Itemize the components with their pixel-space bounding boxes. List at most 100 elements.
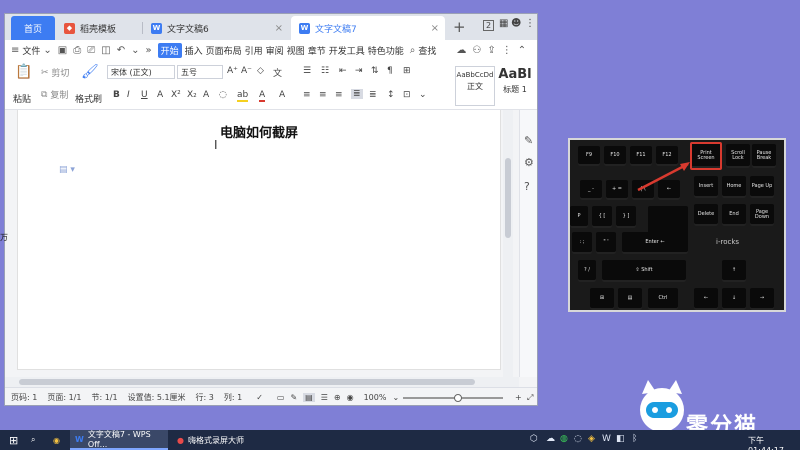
tab-home[interactable]: 首页	[11, 16, 55, 40]
windows-start-icon[interactable]: ⊞	[4, 430, 23, 450]
eye-icon[interactable]: ◉	[347, 393, 354, 402]
fit-screen-icon[interactable]: ⤢	[527, 393, 533, 403]
line-spacing-icon[interactable]: ↕	[387, 90, 395, 100]
tray-chat-icon[interactable]: ◌	[574, 434, 582, 444]
adjust-icon[interactable]: ⚙	[524, 156, 534, 169]
sort-icon[interactable]: ⇅	[371, 66, 379, 76]
chrome-icon[interactable]: ◉	[48, 430, 65, 450]
char-shading-icon[interactable]: A	[279, 90, 285, 100]
tray-wps-icon[interactable]: W	[602, 434, 611, 444]
share-icon[interactable]: ⇪	[487, 45, 495, 56]
strikethrough-icon[interactable]: A	[157, 90, 163, 100]
menu-review[interactable]: 审阅	[266, 44, 284, 57]
chevron-down-icon[interactable]: ⌄	[43, 45, 51, 56]
search-label[interactable]: 查找	[418, 44, 436, 57]
increase-indent-icon[interactable]: ⇥	[355, 66, 363, 76]
taskbar-search-icon[interactable]: ⌕	[26, 430, 40, 450]
menu-special[interactable]: 特色功能	[368, 44, 404, 57]
paste-label[interactable]: 粘贴	[13, 92, 31, 105]
taskbar-recorder-task[interactable]: ● 嗨格式录屏大师	[172, 430, 252, 450]
shading-icon[interactable]: ⌄	[419, 90, 427, 100]
grow-font-icon[interactable]: A⁺	[227, 66, 238, 76]
menu-view[interactable]: 视图	[287, 44, 305, 57]
menu-section[interactable]: 章节	[308, 44, 326, 57]
text-effect-icon[interactable]: A	[203, 90, 209, 100]
superscript-icon[interactable]: X²	[171, 90, 181, 100]
tray-cloud-icon[interactable]: ☁	[546, 434, 555, 444]
close-tab-icon[interactable]: ×	[431, 23, 439, 34]
vertical-scrollbar[interactable]	[503, 110, 513, 377]
zoom-in-icon[interactable]: +	[515, 393, 522, 402]
align-left-icon[interactable]: ≡	[303, 90, 311, 100]
collapse-ribbon-icon[interactable]: ⌃	[518, 45, 526, 56]
tray-network-icon[interactable]: ⬡	[530, 434, 538, 444]
document-page[interactable]: 电脑如何截屏 I ▤ ▾	[17, 110, 501, 370]
undo-icon[interactable]: ↶	[117, 45, 125, 56]
menu-layout[interactable]: 页面布局	[206, 44, 242, 57]
phonetic-icon[interactable]: 文	[273, 66, 282, 79]
font-size-select[interactable]: 五号	[177, 65, 223, 79]
tray-wechat-icon[interactable]: ◍	[560, 434, 568, 444]
file-menu[interactable]: 文件	[22, 44, 40, 57]
new-tab-icon[interactable]: +	[453, 18, 466, 36]
cloud-icon[interactable]: ☁	[456, 45, 466, 56]
help-icon[interactable]: ?	[524, 180, 530, 193]
align-right-icon[interactable]: ≡	[335, 90, 343, 100]
collaborate-icon[interactable]: ⚇	[472, 45, 481, 56]
clear-format-icon[interactable]: ◇	[257, 66, 264, 76]
avatar[interactable]: ☻	[511, 18, 521, 29]
read-mode-icon[interactable]: ▭	[277, 393, 285, 402]
tab-count-badge[interactable]: 2	[483, 20, 495, 31]
edit-icon[interactable]: ✎	[290, 393, 297, 402]
menu-home[interactable]: 开始	[157, 42, 182, 58]
more-icon[interactable]: ⋮	[502, 45, 512, 56]
paragraph-marker-icon[interactable]: ▤ ▾	[59, 165, 75, 175]
menu-developer[interactable]: 开发工具	[329, 44, 365, 57]
redo-dropdown-icon[interactable]: ⌄	[131, 45, 139, 56]
menu-references[interactable]: 引用	[245, 44, 263, 57]
style-normal[interactable]: AaBbCcDd 正文	[455, 66, 495, 106]
borders-icon[interactable]: ⊡	[403, 90, 411, 100]
decrease-indent-icon[interactable]: ⇤	[339, 66, 347, 76]
cut-button[interactable]: ✂ 剪切	[41, 66, 69, 80]
align-justify-icon[interactable]: ≣	[351, 89, 363, 99]
align-center-icon[interactable]: ≡	[319, 90, 327, 100]
outline-view-icon[interactable]: ☰	[321, 393, 328, 402]
subscript-icon[interactable]: X₂	[187, 90, 197, 100]
font-color-icon[interactable]: A	[259, 90, 266, 102]
tab-doc6[interactable]: W 文字文稿6 ×	[143, 16, 289, 40]
tray-bluetooth-icon[interactable]: ᛒ	[632, 434, 637, 444]
pen-icon[interactable]: ✎	[524, 134, 533, 147]
preview-icon[interactable]: ◫	[101, 45, 110, 56]
tab-templates[interactable]: ◆ 稻壳模板	[56, 16, 142, 40]
zoom-slider-knob[interactable]	[454, 394, 462, 402]
zoom-slider[interactable]	[403, 394, 503, 402]
export-pdf-icon[interactable]: ⎙	[73, 45, 81, 56]
shrink-font-icon[interactable]: A⁻	[241, 66, 252, 76]
copy-button[interactable]: ⧉ 复制	[41, 88, 68, 102]
numbered-list-icon[interactable]: ☷	[321, 66, 329, 76]
distributed-icon[interactable]: ≣	[369, 90, 377, 100]
format-painter-label[interactable]: 格式刷	[75, 92, 102, 105]
spellcheck-icon[interactable]: ✓	[256, 393, 263, 402]
grid-icon[interactable]: ▦	[499, 18, 508, 29]
save-icon[interactable]: ▣	[58, 45, 67, 56]
style-heading1[interactable]: AaBl 标题 1	[497, 66, 533, 106]
horizontal-scroll-thumb[interactable]	[19, 379, 475, 385]
menu-insert[interactable]: 插入	[185, 44, 203, 57]
page-view-icon[interactable]: ▤	[303, 393, 315, 402]
search-icon[interactable]: ⌕	[410, 45, 416, 56]
italic-icon[interactable]: I	[127, 90, 130, 100]
underline-icon[interactable]: U	[141, 90, 148, 100]
horizontal-scrollbar[interactable]	[5, 377, 519, 387]
tray-app-icon[interactable]: ◧	[616, 434, 625, 444]
clock[interactable]: 下午 01:44:17	[748, 435, 800, 450]
hamburger-icon[interactable]: ≡	[11, 45, 19, 56]
bullet-list-icon[interactable]: ☰	[303, 66, 311, 76]
close-tab-icon[interactable]: ×	[275, 23, 283, 34]
format-painter-button[interactable]: 🖌	[81, 64, 99, 80]
more-icon[interactable]: ⋮	[525, 18, 535, 29]
eraser-icon[interactable]: ◌	[219, 90, 227, 100]
taskbar-wps-task[interactable]: W 文字文稿7 - WPS Off...	[70, 430, 168, 450]
font-name-select[interactable]: 宋体 (正文)	[107, 65, 175, 79]
